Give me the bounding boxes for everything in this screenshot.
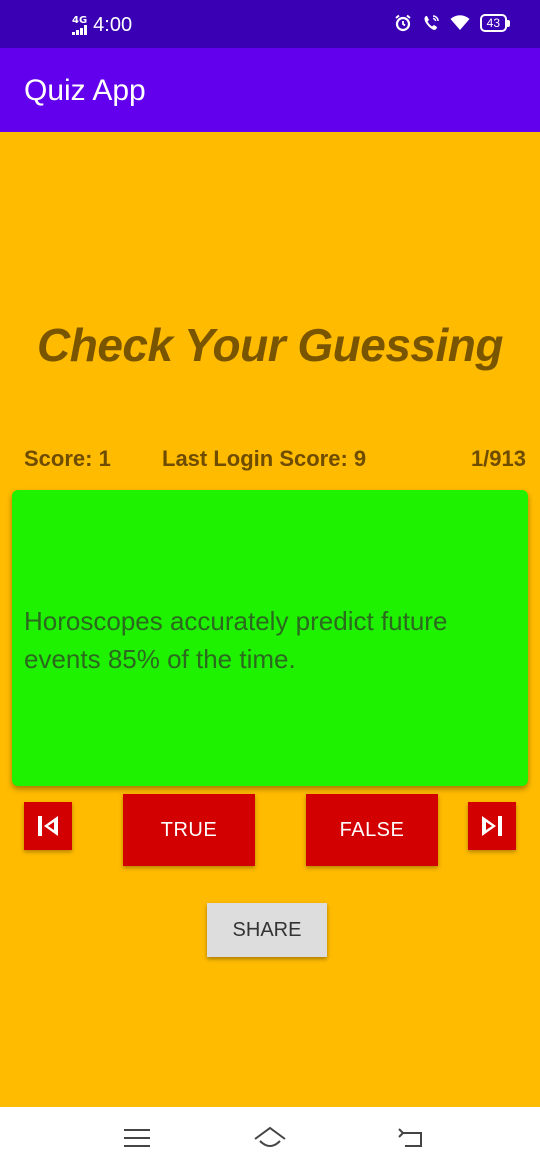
true-button[interactable]: TRUE xyxy=(123,794,255,866)
status-right: 43 xyxy=(394,14,510,32)
wifi-calling-icon xyxy=(424,15,439,30)
wifi-icon xyxy=(450,15,470,30)
battery-level: 43 xyxy=(479,14,507,32)
last-login-score-label: Last Login Score: 9 xyxy=(162,446,367,471)
signal-icon xyxy=(72,25,88,35)
question-card: Horoscopes accurately predict future eve… xyxy=(12,490,528,786)
network-indicator: 4G xyxy=(72,16,87,35)
status-left: 4G 4:00 xyxy=(72,14,132,37)
battery-icon: 43 xyxy=(479,14,510,32)
app-bar: Quiz App xyxy=(0,48,540,132)
status-bar: 4G 4:00 43 xyxy=(0,0,540,48)
status-time: 4:00 xyxy=(93,14,133,36)
question-progress-label: 1/913 xyxy=(470,446,526,471)
alarm-icon xyxy=(395,14,411,32)
next-question-button[interactable] xyxy=(468,802,516,850)
system-nav-bar xyxy=(0,1107,540,1170)
skip-previous-icon xyxy=(38,816,58,836)
share-button[interactable]: SHARE xyxy=(207,903,327,957)
back-icon[interactable] xyxy=(397,1125,425,1151)
app-title: Quiz App xyxy=(24,74,146,107)
network-type: 4G xyxy=(72,15,88,26)
skip-next-icon xyxy=(482,816,502,836)
page-heading: Check Your Guessing xyxy=(37,319,503,371)
menu-icon[interactable] xyxy=(123,1125,151,1151)
score-label: Score: 1 xyxy=(24,446,111,471)
previous-question-button[interactable] xyxy=(24,802,72,850)
home-icon[interactable] xyxy=(253,1125,287,1151)
question-text: Horoscopes accurately predict future eve… xyxy=(24,606,448,674)
false-button[interactable]: FALSE xyxy=(306,794,438,866)
